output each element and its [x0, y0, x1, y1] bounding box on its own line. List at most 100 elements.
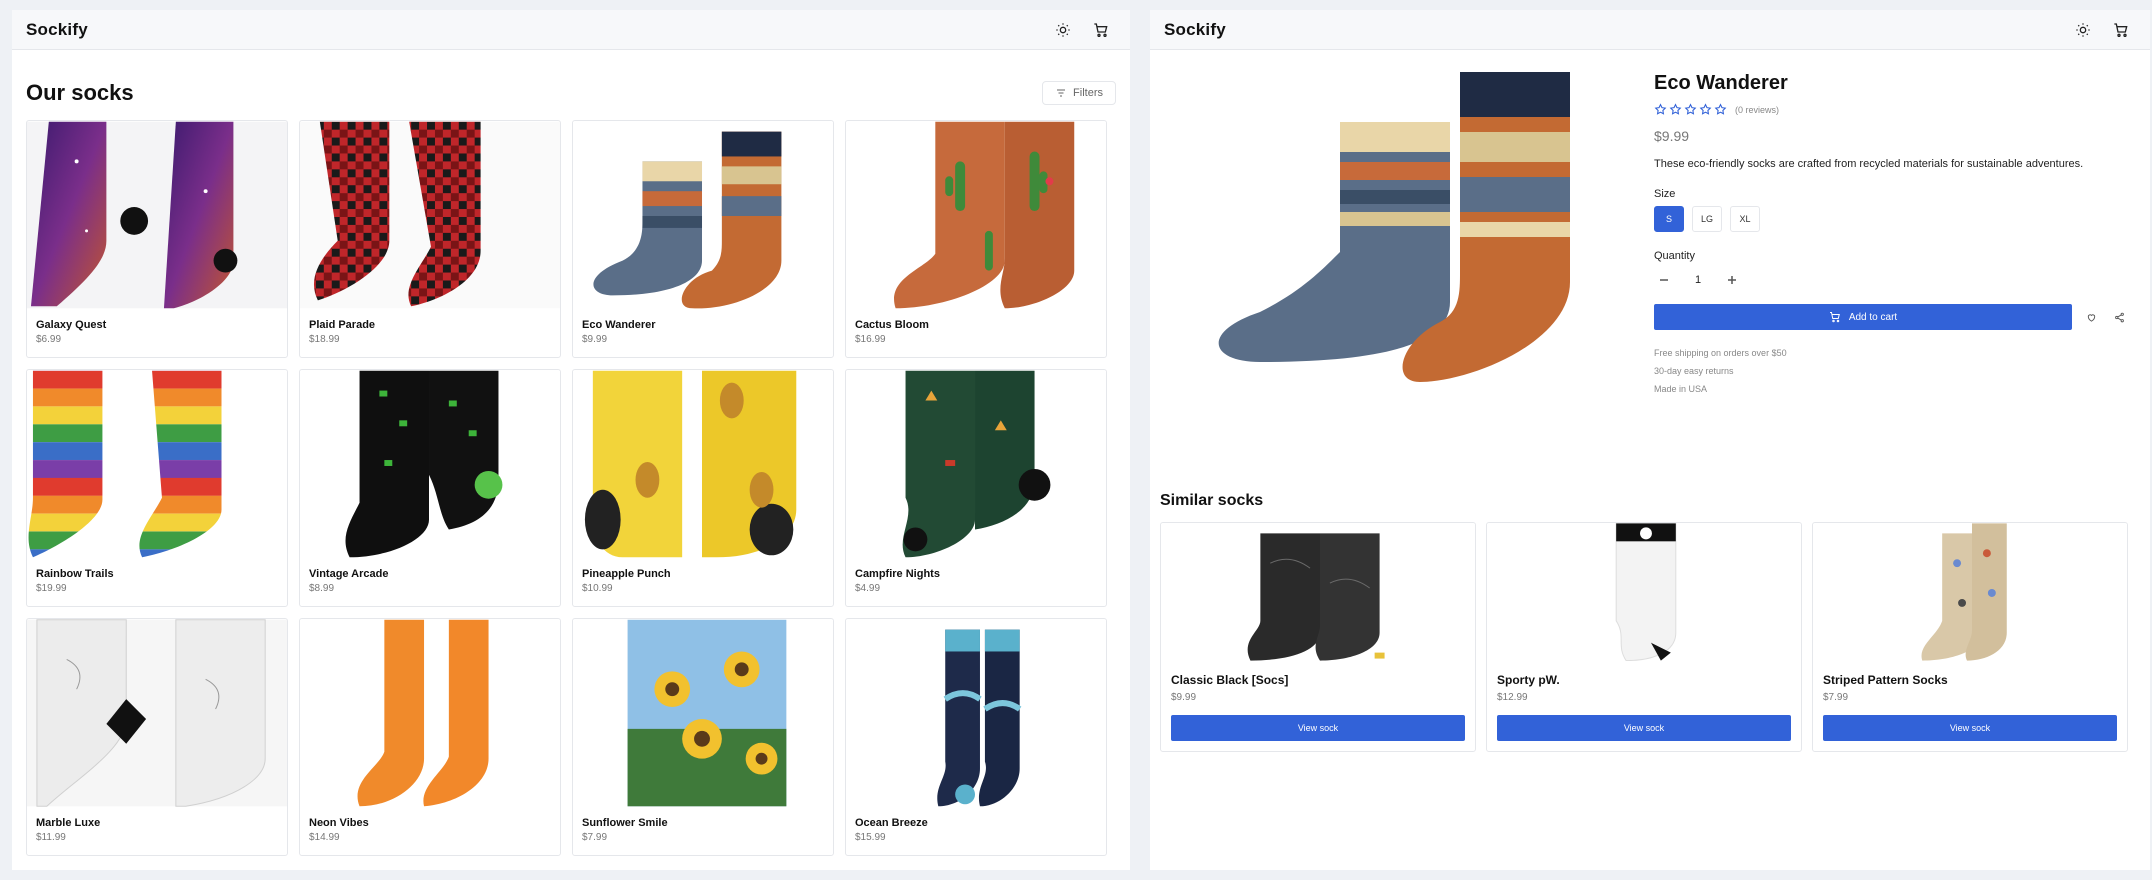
- product-image: [27, 121, 287, 309]
- product-price: $10.99: [582, 583, 613, 594]
- product-image: [846, 121, 1106, 309]
- product-price: $14.99: [309, 832, 340, 843]
- product-name: Marble Luxe: [36, 817, 101, 829]
- product-price: $4.99: [855, 583, 881, 594]
- share-icon[interactable]: [2110, 308, 2128, 326]
- product-image: [573, 370, 833, 558]
- product-image: [27, 619, 287, 807]
- product-card[interactable]: Plaid Parade $18.99: [299, 120, 561, 358]
- product-card[interactable]: Eco Wanderer $9.99: [572, 120, 834, 358]
- similar-image[interactable]: [1487, 523, 1801, 661]
- product-card[interactable]: Campfire Nights $4.99: [845, 369, 1107, 607]
- quantity-decrement-button[interactable]: [1654, 270, 1674, 290]
- brand-logo[interactable]: Sockify: [1164, 20, 1226, 40]
- perks-list: Free shipping on orders over $50 30-day …: [1654, 348, 2134, 394]
- product-price: $19.99: [36, 583, 67, 594]
- cart-icon[interactable]: [2106, 15, 2136, 45]
- minus-icon: [1660, 279, 1668, 281]
- star-icon[interactable]: [1714, 103, 1727, 116]
- product-price: $16.99: [855, 334, 886, 345]
- product-info: Eco Wanderer (0 reviews) $9.99 These eco…: [1654, 72, 2134, 402]
- similar-grid: Classic Black [Socs] $9.99 View sock Spo…: [1160, 522, 2140, 752]
- product-image: [300, 370, 560, 558]
- heart-icon[interactable]: [2082, 308, 2100, 326]
- similar-image[interactable]: [1813, 523, 2127, 661]
- perk-item: Made in USA: [1654, 384, 1708, 394]
- product-card[interactable]: Rainbow Trails $19.99: [26, 369, 288, 607]
- perk-item: Free shipping on orders over $50: [1654, 348, 1787, 358]
- similar-price: $12.99: [1497, 692, 1528, 703]
- filters-button[interactable]: Filters: [1042, 81, 1116, 105]
- product-name: Campfire Nights: [855, 568, 940, 580]
- product-name: Pineapple Punch: [582, 568, 671, 580]
- product-image: [300, 619, 560, 807]
- product-name: Ocean Breeze: [855, 817, 928, 829]
- star-icon[interactable]: [1699, 103, 1712, 116]
- top-navbar: Sockify: [1150, 10, 2150, 50]
- product-card[interactable]: Marble Luxe $11.99: [26, 618, 288, 856]
- view-sock-button[interactable]: View sock: [1497, 715, 1791, 741]
- product-name: Galaxy Quest: [36, 319, 107, 331]
- star-icon[interactable]: [1684, 103, 1697, 116]
- reviews-count[interactable]: (0 reviews): [1735, 105, 1779, 115]
- size-option-xl[interactable]: XL: [1730, 206, 1761, 232]
- cart-actions: Add to cart: [1654, 304, 2134, 330]
- product-image: [300, 121, 560, 309]
- add-to-cart-label: Add to cart: [1848, 311, 1898, 323]
- similar-price: $7.99: [1823, 692, 1849, 703]
- product-card[interactable]: Vintage Arcade $8.99: [299, 369, 561, 607]
- quantity-increment-button[interactable]: [1722, 270, 1742, 290]
- quantity-stepper: 1: [1654, 270, 2134, 290]
- product-grid: Galaxy Quest $6.99 Plaid Parade $18.99 E…: [12, 120, 1130, 856]
- product-name: Sunflower Smile: [582, 817, 668, 829]
- product-main-image[interactable]: [1160, 62, 1630, 392]
- product-card[interactable]: Sunflower Smile $7.99: [572, 618, 834, 856]
- sun-icon[interactable]: [2068, 15, 2098, 45]
- product-card[interactable]: Galaxy Quest $6.99: [26, 120, 288, 358]
- product-price: $18.99: [309, 334, 340, 345]
- size-selector: S LG XL: [1654, 206, 2134, 232]
- product-image: [573, 121, 833, 309]
- similar-price: $9.99: [1171, 692, 1197, 703]
- similar-card: Sporty pW. $12.99 View sock: [1486, 522, 1802, 752]
- top-navbar: Sockify: [12, 10, 1130, 50]
- catalog-header: Our socks Filters: [12, 80, 1130, 106]
- quantity-value[interactable]: 1: [1686, 274, 1710, 286]
- similar-name: Classic Black [Socs]: [1171, 673, 1289, 687]
- star-icon[interactable]: [1669, 103, 1682, 116]
- product-price: $15.99: [855, 832, 886, 843]
- product-description: These eco-friendly socks are crafted fro…: [1654, 158, 2084, 170]
- brand-logo[interactable]: Sockify: [26, 20, 88, 40]
- similar-name: Sporty pW.: [1497, 673, 1560, 687]
- star-icon[interactable]: [1654, 103, 1667, 116]
- plus-icon: [1728, 276, 1736, 284]
- product-card[interactable]: Ocean Breeze $15.99: [845, 618, 1107, 856]
- product-card[interactable]: Neon Vibes $14.99: [299, 618, 561, 856]
- similar-title: Similar socks: [1160, 492, 1264, 509]
- add-to-cart-button[interactable]: Add to cart: [1654, 304, 2072, 330]
- catalog-panel: Sockify Our socks Filters Galaxy Quest $…: [12, 10, 1130, 870]
- product-name: Eco Wanderer: [582, 319, 656, 331]
- size-option-lg[interactable]: LG: [1692, 206, 1723, 232]
- product-name: Plaid Parade: [309, 319, 376, 331]
- product-price: $6.99: [36, 334, 62, 345]
- product-name: Vintage Arcade: [309, 568, 389, 580]
- cart-icon[interactable]: [1086, 15, 1116, 45]
- product-card[interactable]: Cactus Bloom $16.99: [845, 120, 1107, 358]
- view-sock-button[interactable]: View sock: [1823, 715, 2117, 741]
- size-option-s[interactable]: S: [1654, 206, 1684, 232]
- product-image: [27, 370, 287, 558]
- sun-icon[interactable]: [1048, 15, 1078, 45]
- quantity-label: Quantity: [1654, 250, 1695, 262]
- cart-icon: [1829, 312, 1840, 323]
- similar-card: Classic Black [Socs] $9.99 View sock: [1160, 522, 1476, 752]
- perk-item: 30-day easy returns: [1654, 366, 1734, 376]
- product-image: [846, 370, 1106, 558]
- similar-image[interactable]: [1161, 523, 1475, 661]
- product-price: $11.99: [36, 832, 66, 843]
- product-name: Neon Vibes: [309, 817, 369, 829]
- product-card[interactable]: Pineapple Punch $10.99: [572, 369, 834, 607]
- product-price: $9.99: [1654, 128, 1690, 144]
- similar-card: Striped Pattern Socks $7.99 View sock: [1812, 522, 2128, 752]
- view-sock-button[interactable]: View sock: [1171, 715, 1465, 741]
